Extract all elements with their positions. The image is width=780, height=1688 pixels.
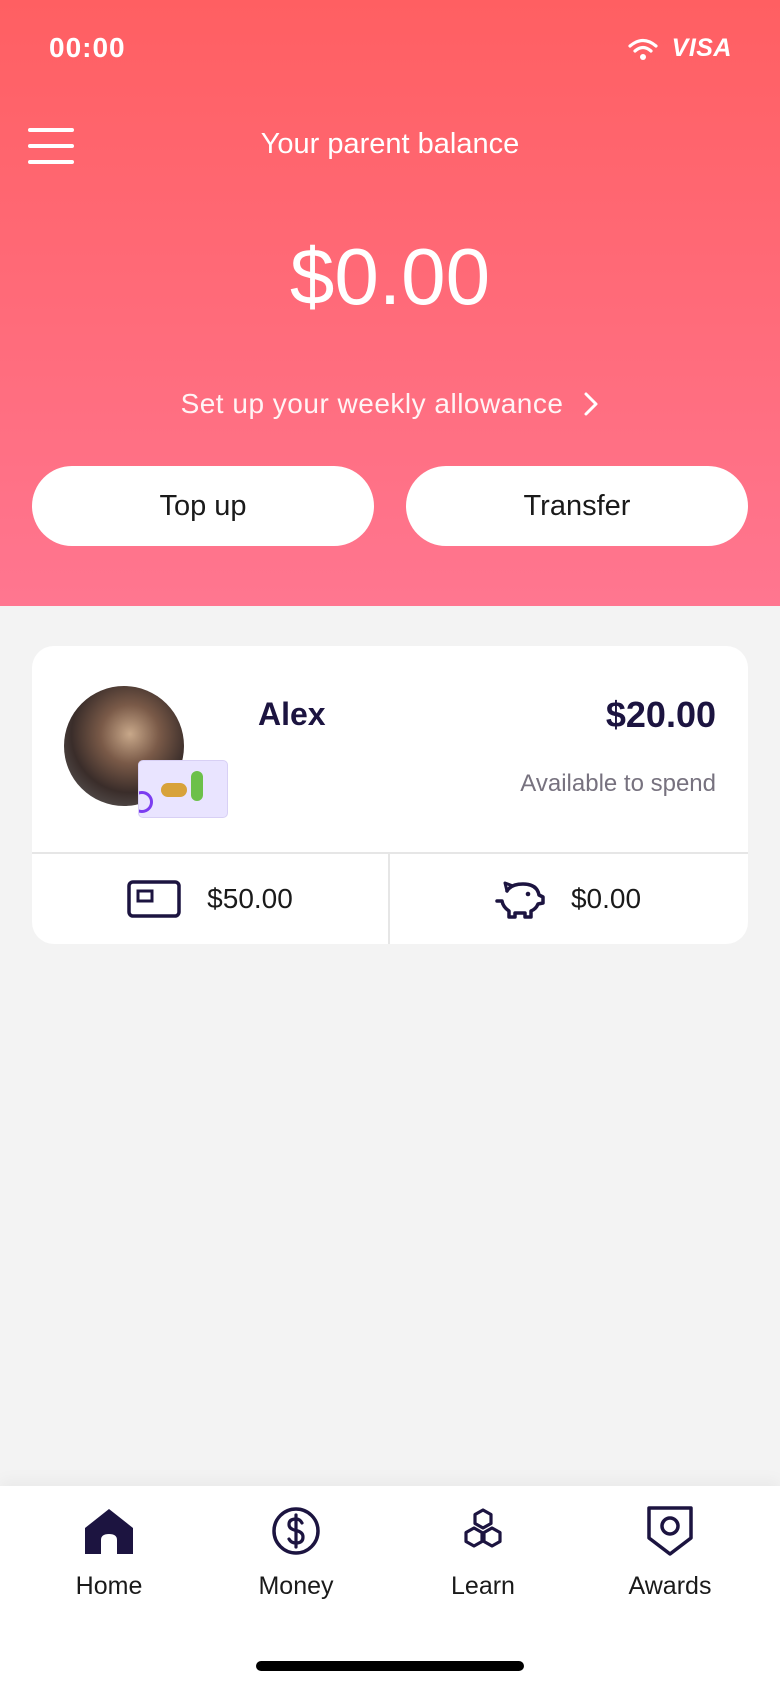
tab-money[interactable]: Money: [216, 1504, 376, 1614]
savings-balance: $0.00: [570, 883, 642, 914]
home-indicator: [256, 1661, 524, 1671]
card-icon: [127, 880, 181, 918]
parent-balance: $0.00: [289, 232, 491, 321]
card-balance-cell[interactable]: $50.00: [32, 854, 388, 944]
tab-awards[interactable]: Awards: [590, 1504, 750, 1614]
tab-home[interactable]: Home: [29, 1504, 189, 1614]
hexagons-icon: [464, 1508, 502, 1548]
child-amount: $20.00: [605, 694, 716, 735]
card-balance: $50.00: [207, 883, 293, 914]
status-right: VISA: [628, 34, 732, 63]
top-up-button[interactable]: Top up: [32, 466, 374, 546]
child-name: Alex: [258, 696, 326, 732]
tab-label: Home: [75, 1572, 143, 1600]
mini-card-image: [138, 760, 228, 818]
shield-badge-icon: [647, 1506, 693, 1556]
available-label: Available to spend: [520, 770, 716, 797]
tab-learn[interactable]: Learn: [403, 1504, 563, 1614]
visa-logo: VISA: [671, 34, 732, 62]
page-title: Your parent balance: [260, 128, 520, 160]
allowance-link[interactable]: Set up your weekly allowance: [0, 388, 780, 420]
dollar-circle-icon: [272, 1507, 320, 1555]
tab-label: Learn: [451, 1572, 515, 1600]
bottom-tab-bar: Home Money Learn Awards: [0, 1486, 780, 1688]
tab-label: Awards: [628, 1572, 712, 1600]
child-account-card[interactable]: Alex $20.00 Available to spend $50.00 $0…: [32, 646, 748, 944]
tab-label: Money: [258, 1572, 334, 1600]
transfer-button[interactable]: Transfer: [406, 466, 748, 546]
chevron-right-icon: [584, 392, 598, 416]
piggy-bank-icon: [495, 881, 545, 919]
savings-balance-cell[interactable]: $0.00: [390, 854, 746, 944]
allowance-label: Set up your weekly allowance: [180, 388, 564, 419]
home-icon: [85, 1509, 133, 1554]
wifi-icon: [628, 38, 658, 60]
status-time: 00:00: [49, 32, 126, 63]
header-panel: 00:00 VISA Your parent balance $0.00 Set…: [0, 0, 780, 606]
